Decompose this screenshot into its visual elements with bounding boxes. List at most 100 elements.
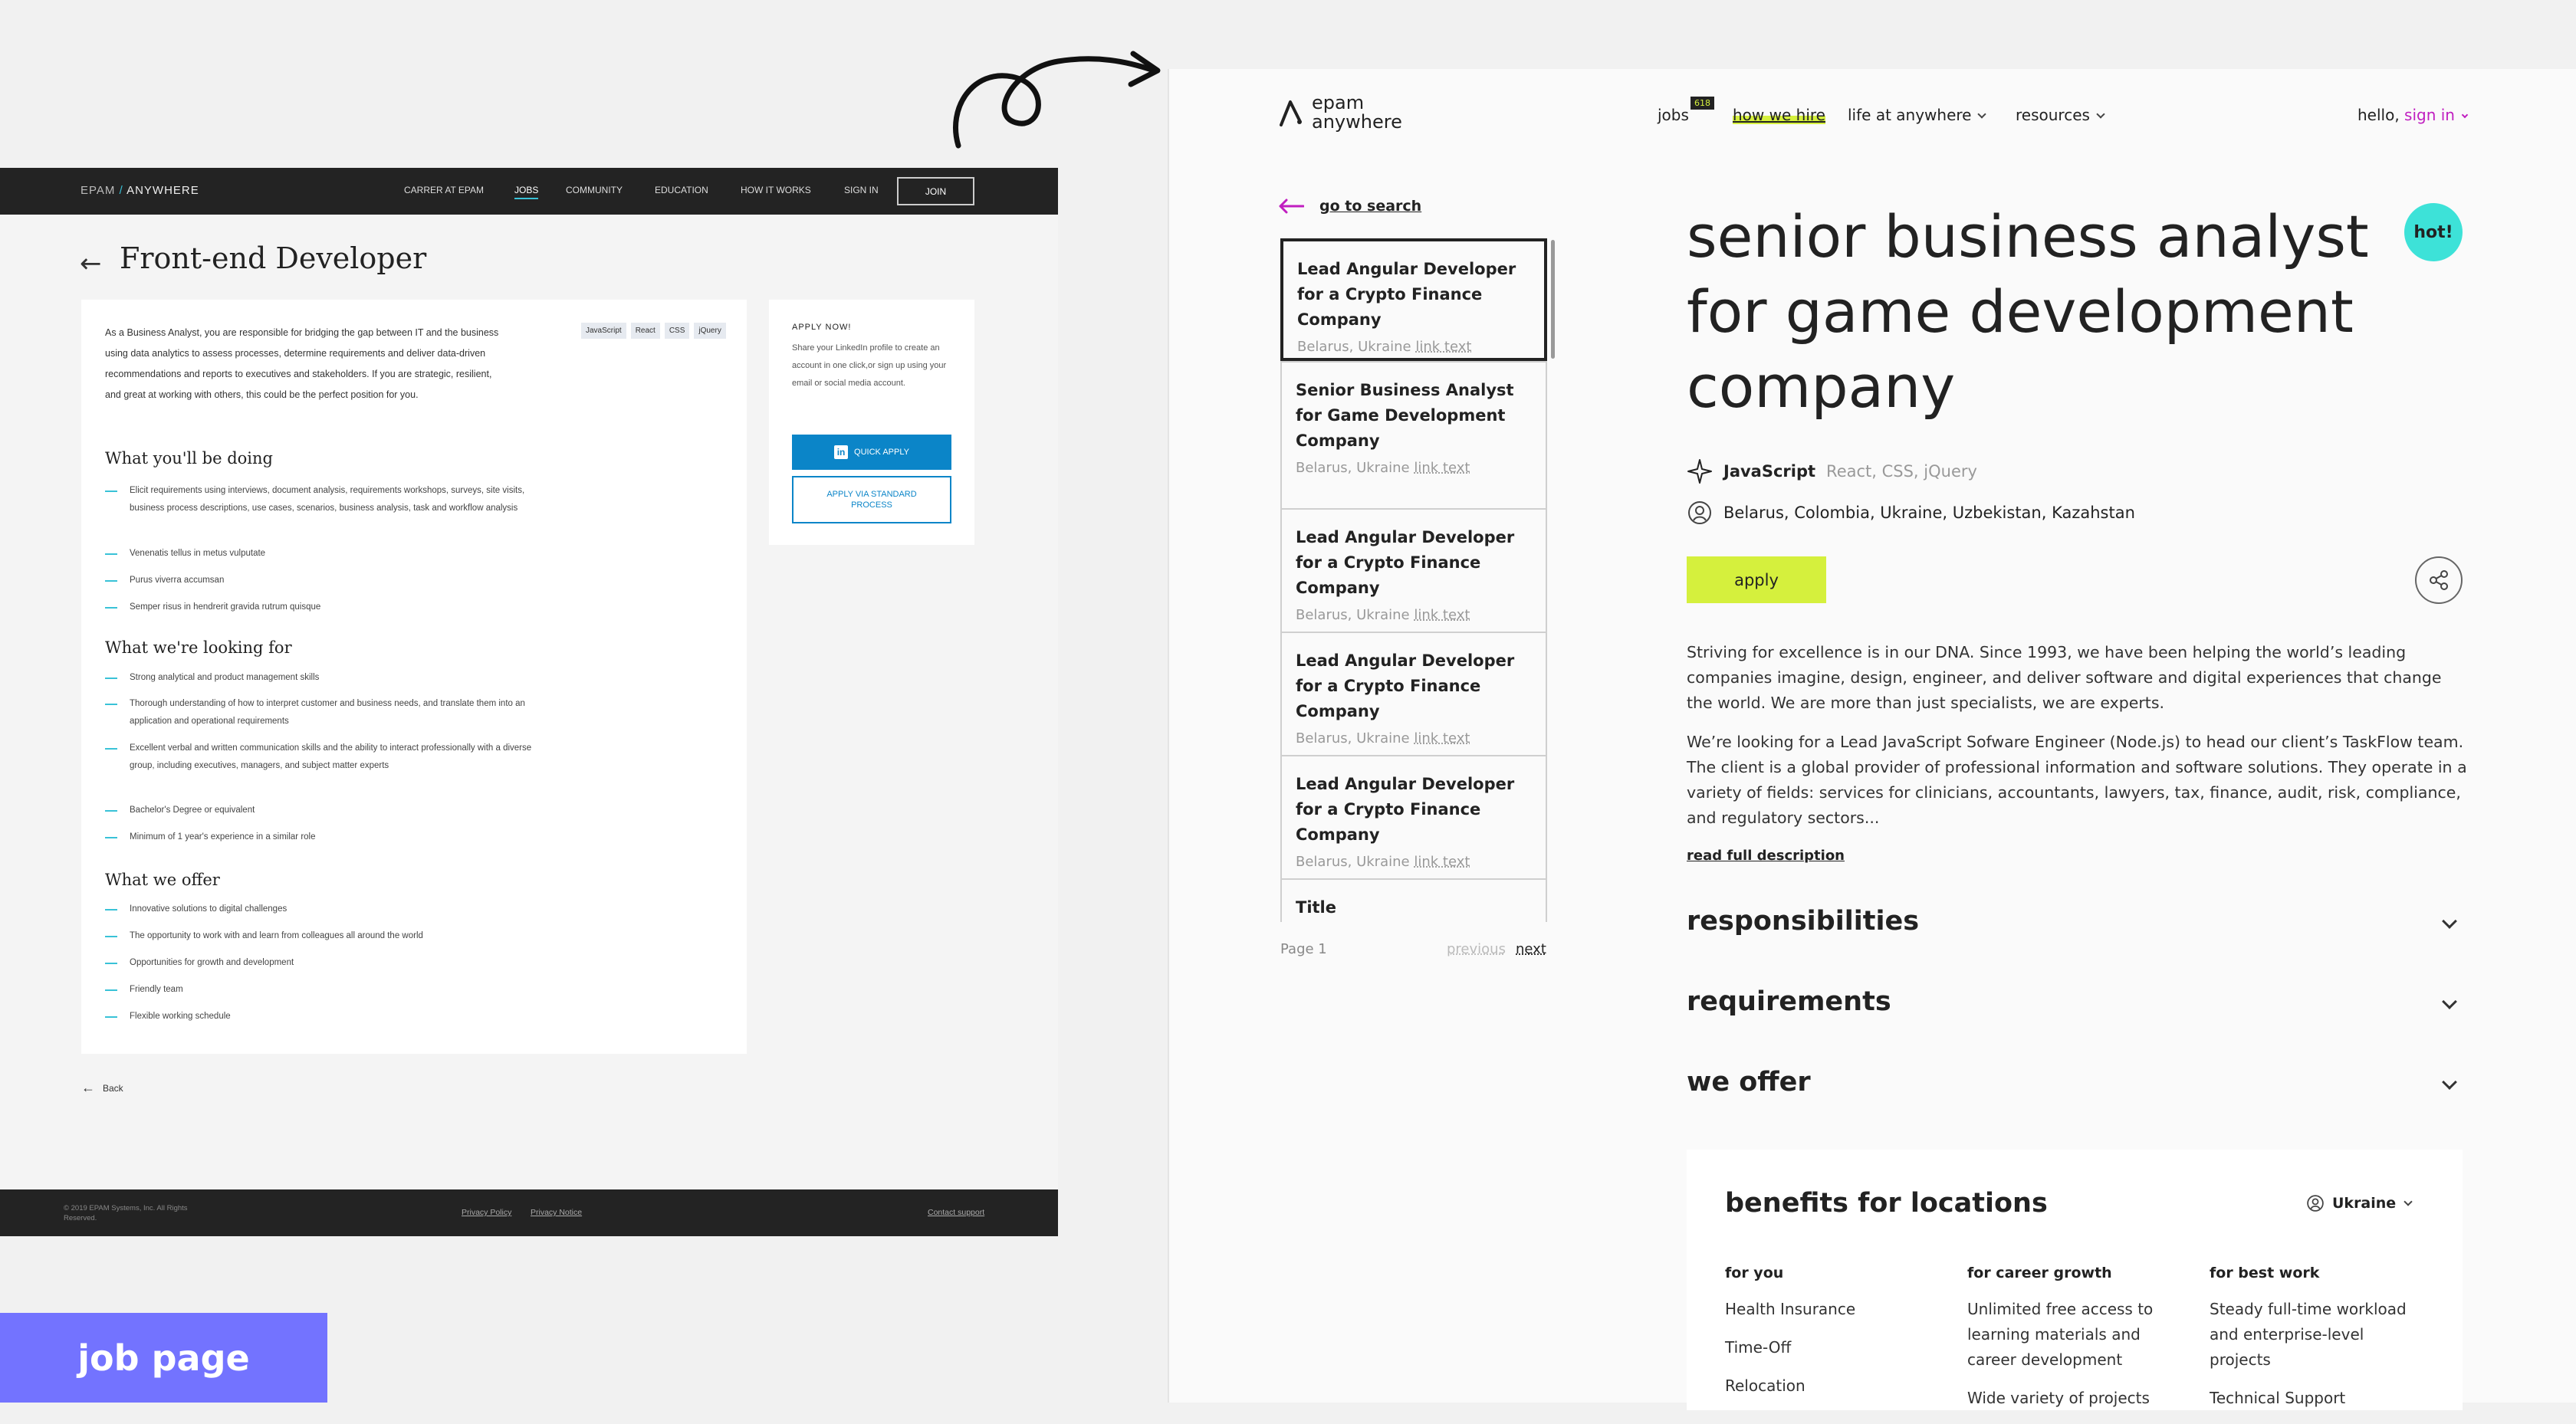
chevron-down-icon — [2096, 110, 2105, 119]
old-list-item: Elicit requirements using interviews, do… — [105, 482, 534, 517]
benefit-item: Health Insurance — [1725, 1300, 1856, 1318]
sparkle-icon — [1687, 459, 1712, 484]
list-item[interactable]: Title — [1280, 878, 1547, 922]
share-icon — [2430, 570, 2448, 590]
list-item[interactable]: Lead Angular Developer for a Crypto Fina… — [1280, 238, 1547, 361]
job-location: Belarus, Ukraine link text — [1296, 460, 1470, 476]
job-title-heading: senior business analyst for game develop… — [1687, 202, 2369, 421]
old-nav-career[interactable]: CARRER AT EPAM — [404, 185, 484, 195]
country-label: Ukraine — [2332, 1195, 2397, 1212]
old-footer-contact-support[interactable]: Contact support — [928, 1208, 984, 1217]
read-full-description-link[interactable]: read full description — [1687, 848, 1845, 864]
chevron-down-icon — [2442, 914, 2457, 929]
locations-text: Belarus, Colombia, Ukraine, Uzbekistan, … — [1723, 504, 2135, 522]
old-list-item: Excellent verbal and written communicati… — [105, 740, 534, 775]
standard-apply-button[interactable]: APPLY VIA STANDARD PROCESS — [792, 476, 951, 523]
accordion-responsibilities[interactable]: responsibilities — [1687, 906, 2463, 937]
go-to-search-label: go to search — [1319, 198, 1422, 215]
old-tag: CSS — [664, 323, 690, 339]
job-title: Lead Angular Developer for a Crypto Fina… — [1297, 260, 1516, 329]
nav-life-label: life at anywhere — [1848, 106, 1972, 124]
accordion-requirements[interactable]: requirements — [1687, 986, 2463, 1017]
old-footer: © 2019 EPAM Systems, Inc. All Rights Res… — [0, 1189, 1058, 1236]
benefits-title: benefits for locations — [1725, 1188, 2048, 1219]
nav-resources-label: resources — [2016, 106, 2090, 124]
nav-resources[interactable]: resources — [2016, 106, 2105, 124]
page-indicator: Page 1 — [1280, 941, 1327, 957]
location-pin-icon — [2307, 1195, 2324, 1212]
benefit-item: Time-Off — [1725, 1338, 1792, 1357]
old-join-button[interactable]: JOIN — [897, 177, 974, 205]
old-nav-how-it-works[interactable]: HOW IT WORKS — [741, 185, 811, 195]
old-list-item: Bachelor's Degree or equivalent — [105, 802, 534, 819]
old-list-item: Semper risus in hendrerit gravida rutrum… — [105, 599, 534, 616]
benefit-item: Unlimited free access to learning materi… — [1967, 1300, 2154, 1369]
old-list-item: The opportunity to work with and learn f… — [105, 927, 534, 945]
old-list-item: Venenatis tellus in metus vulputate — [105, 545, 534, 563]
benefits-panel: benefits for locations Ukraine for you H… — [1687, 1150, 2463, 1410]
benefit-heading: for you — [1725, 1265, 1784, 1281]
new-job-page: epam anywhere jobs 618 how we hire life a… — [1168, 69, 2576, 1410]
job-title: Lead Angular Developer for a Crypto Fina… — [1296, 528, 1515, 597]
go-to-search-link[interactable]: go to search — [1278, 198, 1421, 215]
old-logo[interactable]: EPAM / ANYWHERE — [80, 184, 199, 197]
old-list-item: Strong analytical and product management… — [105, 669, 534, 687]
old-footer-privacy-policy[interactable]: Privacy Policy — [462, 1208, 511, 1217]
locations-row: Belarus, Colombia, Ukraine, Uzbekistan, … — [1687, 500, 2135, 526]
nav-jobs[interactable]: jobs — [1658, 106, 1689, 124]
list-item[interactable]: Lead Angular Developer for a Crypto Fina… — [1280, 632, 1547, 756]
apply-button[interactable]: apply — [1687, 556, 1826, 603]
nav-how-we-hire[interactable]: how we hire — [1733, 106, 1825, 124]
benefit-column: for you Health Insurance Time-Off Reloca… — [1725, 1265, 1947, 1412]
accordion-title: responsibilities — [1687, 906, 1920, 937]
accordion-title: we offer — [1687, 1067, 1811, 1098]
old-section-title: What we offer — [105, 871, 220, 889]
curved-arrow-icon — [953, 51, 1161, 149]
old-nav-sign-in[interactable]: SIGN IN — [844, 185, 879, 195]
list-item[interactable]: Lead Angular Developer for a Crypto Fina… — [1280, 508, 1547, 633]
old-list-item: Friendly team — [105, 981, 534, 999]
old-apply-panel: APPLY NOW! Share your LinkedIn profile t… — [769, 300, 974, 545]
accordion-we-offer[interactable]: we offer — [1687, 1067, 2463, 1098]
list-scrollbar[interactable] — [1551, 240, 1555, 359]
old-back-link[interactable]: ← Back — [81, 1080, 123, 1096]
benefit-heading: for best work — [2210, 1265, 2320, 1281]
country-selector[interactable]: Ukraine — [2306, 1194, 2413, 1212]
old-footer-copyright: © 2019 EPAM Systems, Inc. All Rights Res… — [64, 1204, 188, 1222]
chevron-down-icon — [1977, 110, 1987, 119]
old-apply-text: Share your LinkedIn profile to create an… — [792, 343, 947, 388]
old-nav-education[interactable]: EDUCATION — [655, 185, 708, 195]
old-footer-privacy-notice[interactable]: Privacy Notice — [531, 1208, 582, 1217]
back-arrow-icon[interactable]: ← — [80, 248, 102, 279]
job-title: Title — [1296, 898, 1337, 917]
job-location: Belarus, Ukraine link text — [1296, 730, 1470, 746]
previous-page-link[interactable]: previous — [1447, 941, 1506, 957]
nav-life-at-anywhere[interactable]: life at anywhere — [1848, 106, 1987, 124]
share-button[interactable] — [2415, 556, 2463, 604]
list-item[interactable]: Senior Business Analyst for Game Develop… — [1280, 361, 1547, 510]
next-page-link[interactable]: next — [1516, 941, 1546, 957]
benefit-item: Technical Support — [2210, 1389, 2346, 1407]
old-nav-jobs[interactable]: JOBS — [514, 185, 539, 199]
chevron-down-icon — [2442, 1075, 2457, 1090]
user-greeting[interactable]: hello, sign in — [2358, 106, 2469, 124]
job-page-label: job page — [0, 1313, 327, 1403]
logo-mark-icon — [1280, 100, 1302, 126]
benefit-item: Steady full-time workload and enterprise… — [2210, 1300, 2407, 1369]
job-location: Belarus, Ukraine link text — [1297, 339, 1472, 355]
old-list-item: Minimum of 1 year's experience in a simi… — [105, 828, 534, 846]
quick-apply-button[interactable]: in QUICK APPLY — [792, 435, 951, 470]
benefit-item: Relocation — [1725, 1376, 1806, 1395]
epam-anywhere-logo[interactable]: epam anywhere — [1278, 94, 1402, 132]
list-item[interactable]: Lead Angular Developer for a Crypto Fina… — [1280, 755, 1547, 880]
job-title: Lead Angular Developer for a Crypto Fina… — [1296, 651, 1515, 720]
sign-in-link[interactable]: sign in — [2404, 106, 2455, 124]
job-list: Lead Angular Developer for a Crypto Fina… — [1280, 238, 1547, 922]
chevron-down-icon — [2404, 1197, 2413, 1206]
old-list-item: Innovative solutions to digital challeng… — [105, 901, 534, 918]
benefit-column: for career growth Unlimited free access … — [1967, 1265, 2174, 1424]
old-nav-community[interactable]: COMMUNITY — [566, 185, 623, 195]
arrow-left-icon — [1279, 199, 1304, 214]
benefit-heading: for career growth — [1967, 1265, 2112, 1281]
linkedin-icon: in — [834, 445, 849, 459]
